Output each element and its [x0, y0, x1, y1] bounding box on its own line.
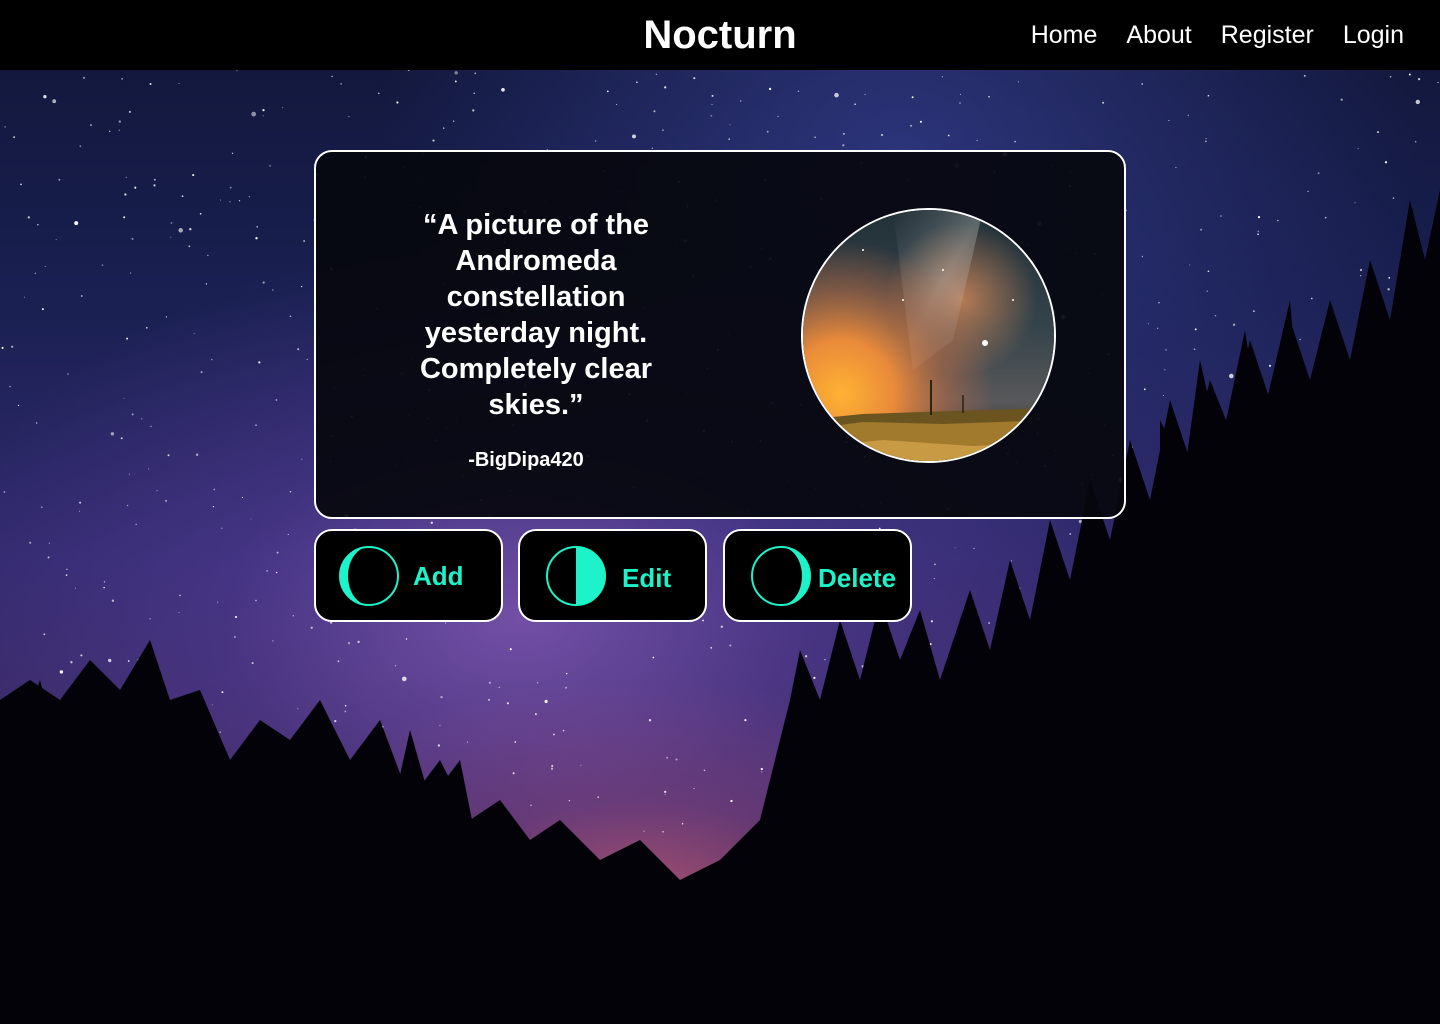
nav-home-link[interactable]: Home: [1031, 20, 1098, 50]
add-button[interactable]: Add: [314, 529, 503, 622]
top-navbar: Nocturn Home About Register Login: [0, 0, 1440, 70]
gibbous-moon-icon: [751, 546, 811, 606]
nav-about-link[interactable]: About: [1126, 20, 1191, 50]
post-author: -BigDipa420: [468, 449, 584, 471]
edit-button[interactable]: Edit: [518, 529, 707, 622]
post-photo[interactable]: [801, 208, 1056, 463]
half-moon-icon: [546, 546, 606, 606]
nav-links: Home About Register Login: [1031, 20, 1404, 50]
edit-button-label: Edit: [622, 563, 672, 593]
delete-button-label: Delete: [818, 563, 897, 593]
nav-login-link[interactable]: Login: [1343, 20, 1404, 50]
post-card: “A picture of the Andromeda constellatio…: [314, 150, 1126, 519]
post-quote: “A picture of the Andromeda constellatio…: [419, 209, 653, 421]
add-button-label: Add: [413, 561, 464, 591]
nav-register-link[interactable]: Register: [1221, 20, 1314, 50]
crescent-moon-icon: [339, 546, 399, 606]
night-landscape-photo: [803, 210, 1054, 461]
delete-button[interactable]: Delete: [723, 529, 912, 622]
